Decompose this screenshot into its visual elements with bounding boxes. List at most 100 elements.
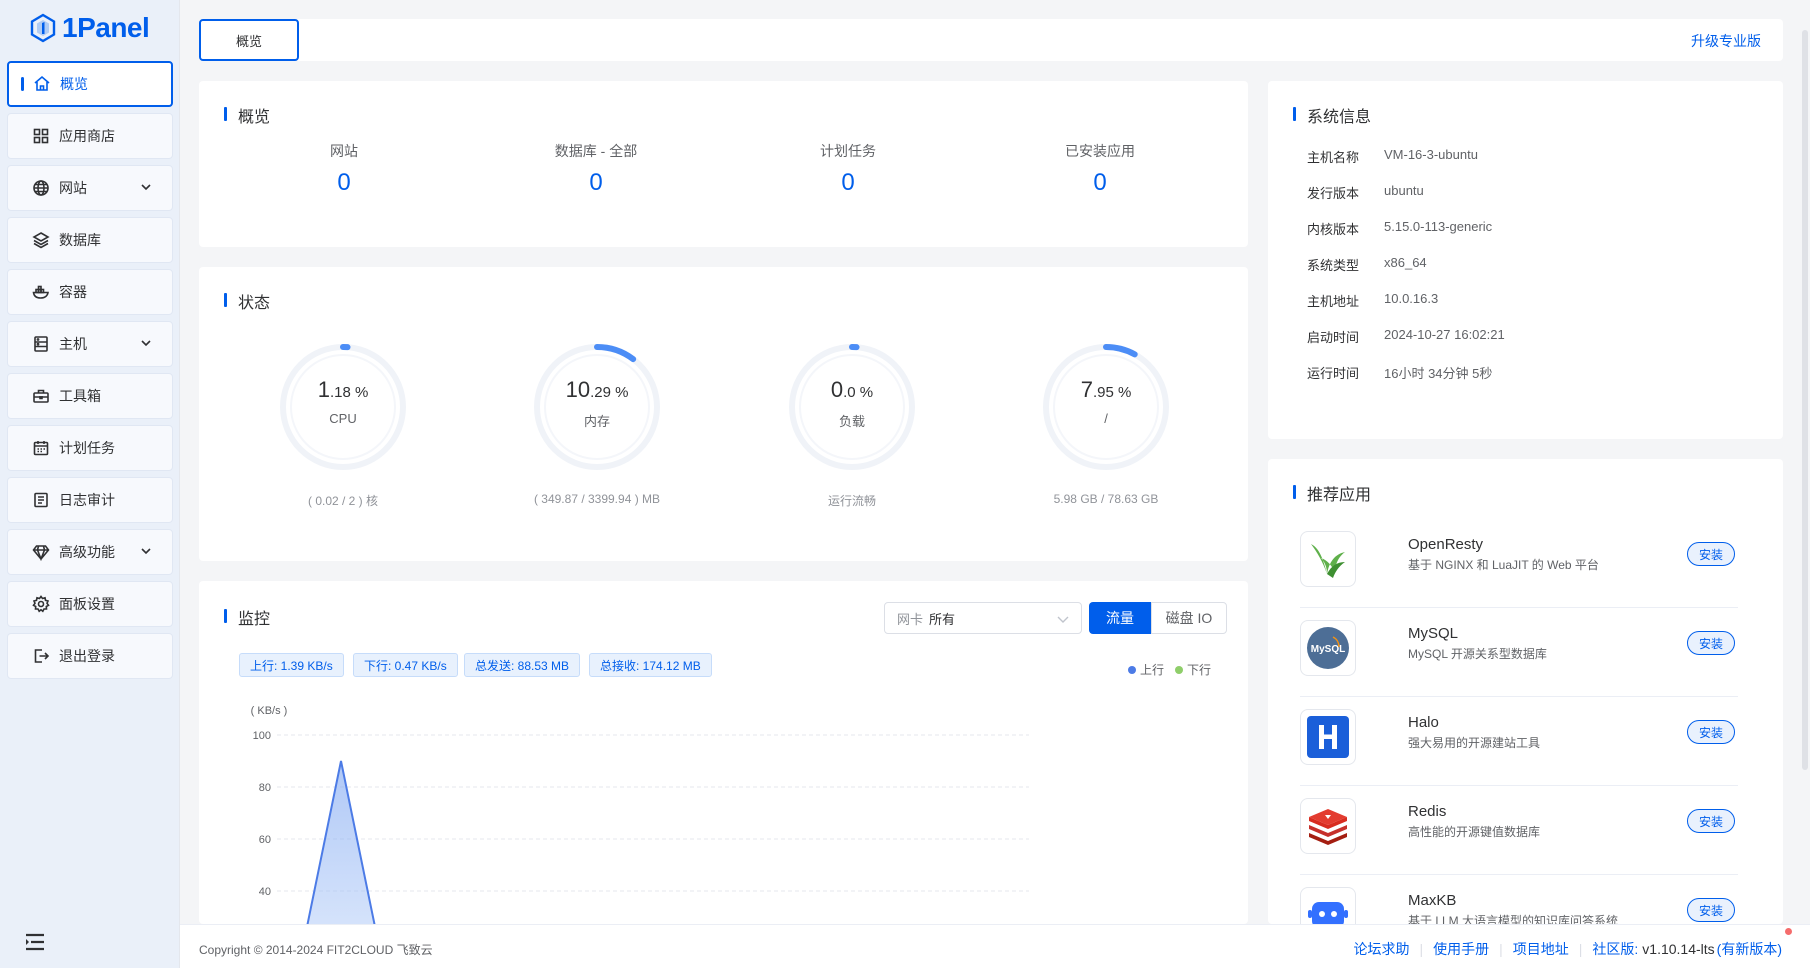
docker-icon [32,285,49,299]
app-row-mysql[interactable]: MySQL MySQL MySQL 开源关系型数据库 安装 [1300,609,1738,697]
page-scrollbar[interactable] [1802,30,1808,770]
sidebar-item-app-store[interactable]: 应用商店 [7,113,173,159]
total-received-tag: 总接收: 174.12 MB [589,653,712,677]
install-button[interactable]: 安装 [1687,720,1735,744]
app-row-maxkb[interactable]: MaxKB 基于 LLM 大语言模型的知识库问答系统 安装 [1300,876,1738,924]
mysql-icon: MySQL [1300,620,1356,676]
sidebar: 1Panel 概览 应用商店 网站 数据库 容器 主机 工具箱 计划任务 日志审… [0,0,180,968]
sidebar-item-settings[interactable]: 面板设置 [7,581,173,627]
edition-label: 社区版: [1592,941,1639,957]
gauge-detail: 5.98 GB / 78.63 GB [1053,492,1159,506]
diamond-icon [32,545,50,561]
overview-value[interactable]: 0 [1025,169,1175,197]
gauge-detail: ( 349.87 / 3399.94 ) MB [533,492,661,506]
sidebar-menu: 概览 应用商店 网站 数据库 容器 主机 工具箱 计划任务 日志审计 高级功能 … [7,61,173,685]
sidebar-item-label: 概览 [60,76,88,92]
sidebar-item-label: 高级功能 [59,544,115,560]
tab-overview[interactable]: 概览 [199,19,299,61]
overview-database[interactable]: 数据库 - 全部 0 [521,141,671,197]
sidebar-item-label: 面板设置 [59,596,115,612]
traffic-button[interactable]: 流量 [1089,602,1151,634]
cpu-gauge-text: 1.18 % CPU [278,377,408,426]
app-name: MaxKB [1408,892,1457,909]
sidebar-item-cron[interactable]: 计划任务 [7,425,173,471]
app-row-openresty[interactable]: OpenResty 基于 NGINX 和 LuaJIT 的 Web 平台 安装 [1300,520,1738,608]
overview-label: 计划任务 [820,143,876,159]
traffic-chart[interactable]: ( KB/s ) 10080604020 [199,691,1248,924]
disk-gauge-text: 7.95 % / [1041,377,1171,426]
upload-rate-tag: 上行: 1.39 KB/s [239,653,344,677]
project-link[interactable]: 项目地址 [1513,939,1569,959]
legend-dot [1128,665,1136,674]
log-icon [34,492,48,508]
overview-value[interactable]: 0 [269,169,419,197]
copyright: Copyright © 2014-2024 FIT2CLOUD 飞致云 [199,943,433,957]
menu-collapse-icon[interactable] [24,932,46,952]
gauge-value: 1.18 % [317,377,369,402]
y-axis-unit: ( KB/s ) [251,705,288,717]
grid-icon [33,128,49,144]
sidebar-item-overview[interactable]: 概览 [7,61,173,107]
download-rate-tag: 下行: 0.47 KB/s [353,653,458,677]
gauge-value: 0.0 % [830,377,874,402]
overview-title: 概览 [224,103,270,127]
app-name: Redis [1408,803,1447,820]
gauge-detail: ( 0.02 / 2 ) 核 [307,494,379,508]
app-desc: 基于 NGINX 和 LuaJIT 的 Web 平台 [1408,558,1599,572]
sidebar-item-logout[interactable]: 退出登录 [7,633,173,679]
manual-link[interactable]: 使用手册 [1433,939,1489,959]
overview-installed-apps[interactable]: 已安装应用 0 [1025,141,1175,197]
monitor-card: 监控 网卡 所有 流量 磁盘 IO 上行: 1.39 KB/s 下行: 0.47… [199,581,1248,924]
sidebar-item-database[interactable]: 数据库 [7,217,173,263]
logo[interactable]: 1Panel [28,8,150,48]
sysinfo-address: 主机地址 10.0.16.3 [1307,291,1439,309]
version-text: v1.10.14-lts [1642,941,1715,957]
install-button[interactable]: 安装 [1687,631,1735,655]
sidebar-item-label: 计划任务 [59,440,115,456]
overview-value[interactable]: 0 [521,169,671,197]
overview-website[interactable]: 网站 0 [269,141,419,197]
gauge-name: 负载 [838,414,865,429]
footer-links: 论坛求助 | 使用手册 | 项目地址 | 社区版: v1.10.14-lts (… [1353,939,1782,959]
legend-download[interactable]: 下行 [1175,661,1211,678]
recommended-apps-card: 推荐应用 OpenResty 基于 NGINX 和 LuaJIT 的 Web 平… [1268,459,1783,924]
install-button[interactable]: 安装 [1687,898,1735,922]
sidebar-item-advanced[interactable]: 高级功能 [7,529,173,575]
overview-value[interactable]: 0 [773,169,923,197]
legend-dot [1175,665,1183,674]
app-row-redis[interactable]: Redis 高性能的开源键值数据库 安装 [1300,787,1738,875]
app-name: OpenResty [1408,536,1484,553]
legend-label: 下行 [1187,663,1212,677]
sysinfo-boot-time: 启动时间 2024-10-27 16:02:21 [1307,327,1505,345]
overview-cron[interactable]: 计划任务 0 [773,141,923,197]
disk-io-button[interactable]: 磁盘 IO [1151,602,1227,634]
app-row-halo[interactable]: Halo 强大易用的开源建站工具 安装 [1300,698,1738,786]
select-value: 所有 [929,611,956,627]
globe-icon [33,180,49,196]
legend-label: 上行 [1140,663,1165,677]
calendar-icon [33,441,49,456]
divider: | [1419,941,1424,957]
forum-link[interactable]: 论坛求助 [1353,939,1409,959]
new-version-link[interactable]: (有新版本) [1717,939,1782,959]
sidebar-item-toolbox[interactable]: 工具箱 [7,373,173,419]
halo-icon [1300,709,1356,765]
top-bar: 概览 升级专业版 [199,19,1783,61]
update-notification-dot [1785,928,1792,935]
network-card-select[interactable]: 网卡 所有 [884,602,1082,634]
sidebar-item-logs[interactable]: 日志审计 [7,477,173,523]
logo-text: 1Panel [62,12,150,43]
sidebar-item-host[interactable]: 主机 [7,321,173,367]
sidebar-item-container[interactable]: 容器 [7,269,173,315]
total-sent-tag: 总发送: 88.53 MB [464,653,581,677]
load-gauge-text: 0.0 % 负载 [787,377,917,430]
y-tick-label: 40 [259,886,271,898]
upgrade-pro-link[interactable]: 升级专业版 [1691,31,1761,51]
memory-gauge-text: 10.29 % 内存 [532,377,662,430]
logo-icon [30,13,56,43]
sysinfo-uptime: 运行时间 16小时 34分钟 5秒 [1307,366,1493,381]
install-button[interactable]: 安装 [1687,542,1735,566]
install-button[interactable]: 安装 [1687,809,1735,833]
legend-upload[interactable]: 上行 [1128,661,1164,678]
sidebar-item-website[interactable]: 网站 [7,165,173,211]
